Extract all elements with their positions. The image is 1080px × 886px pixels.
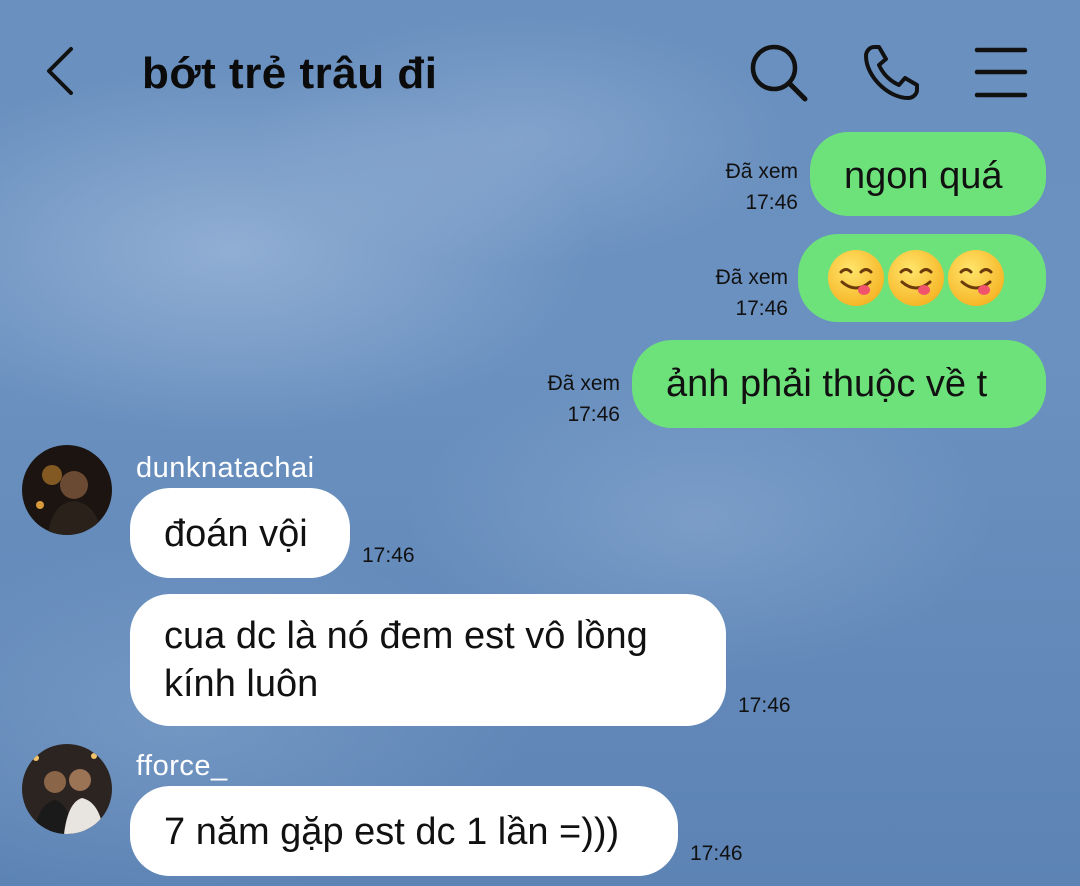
message-text: ngon quá xyxy=(844,155,1003,197)
message-bubble[interactable]: cua dc là nó đem est vô lồng kính luôn xyxy=(130,594,726,726)
message-list: Đã xem 17:46 ngon quá Đã xem 17:46 Đã xe… xyxy=(0,0,1080,886)
message-meta: Đã xem 17:46 xyxy=(510,368,620,430)
yum-emoji-icon xyxy=(828,250,884,306)
message-meta: Đã xem 17:46 xyxy=(680,262,788,324)
avatar-photo-icon xyxy=(22,445,112,535)
message-text: ảnh phải thuộc về t xyxy=(666,363,988,405)
message-text: 7 năm gặp est dc 1 lần =))) xyxy=(164,811,620,853)
avatar[interactable] xyxy=(22,744,112,834)
yum-emoji-icon xyxy=(888,250,944,306)
emoji-group xyxy=(828,250,1016,306)
message-bubble[interactable]: ngon quá xyxy=(810,132,1046,216)
message-meta: Đã xem 17:46 xyxy=(690,156,798,218)
message-text-line: cua dc là nó đem est vô lồng xyxy=(164,615,648,657)
message-time: 17:46 xyxy=(567,403,620,426)
message-time: 17:46 xyxy=(690,842,743,865)
message-time: 17:46 xyxy=(735,297,788,320)
yum-emoji-icon xyxy=(948,250,1004,306)
message-bubble[interactable] xyxy=(798,234,1046,322)
read-status: Đã xem xyxy=(725,160,798,183)
sender-name: dunknatachai xyxy=(136,452,315,484)
sender-name: fforce_ xyxy=(136,750,228,782)
read-status: Đã xem xyxy=(547,372,620,395)
message-bubble[interactable]: ảnh phải thuộc về t xyxy=(632,340,1046,428)
message-time: 17:46 xyxy=(745,191,798,214)
message-bubble[interactable]: 7 năm gặp est dc 1 lần =))) xyxy=(130,786,678,876)
read-status: Đã xem xyxy=(715,266,788,289)
message-text-line: kính luôn xyxy=(164,663,319,705)
message-time: 17:46 xyxy=(362,544,415,567)
message-time: 17:46 xyxy=(738,694,791,717)
message-text: đoán vội xyxy=(164,513,308,555)
avatar[interactable] xyxy=(22,445,112,535)
avatar-photo-icon xyxy=(22,744,112,834)
message-bubble[interactable]: đoán vội xyxy=(130,488,350,578)
